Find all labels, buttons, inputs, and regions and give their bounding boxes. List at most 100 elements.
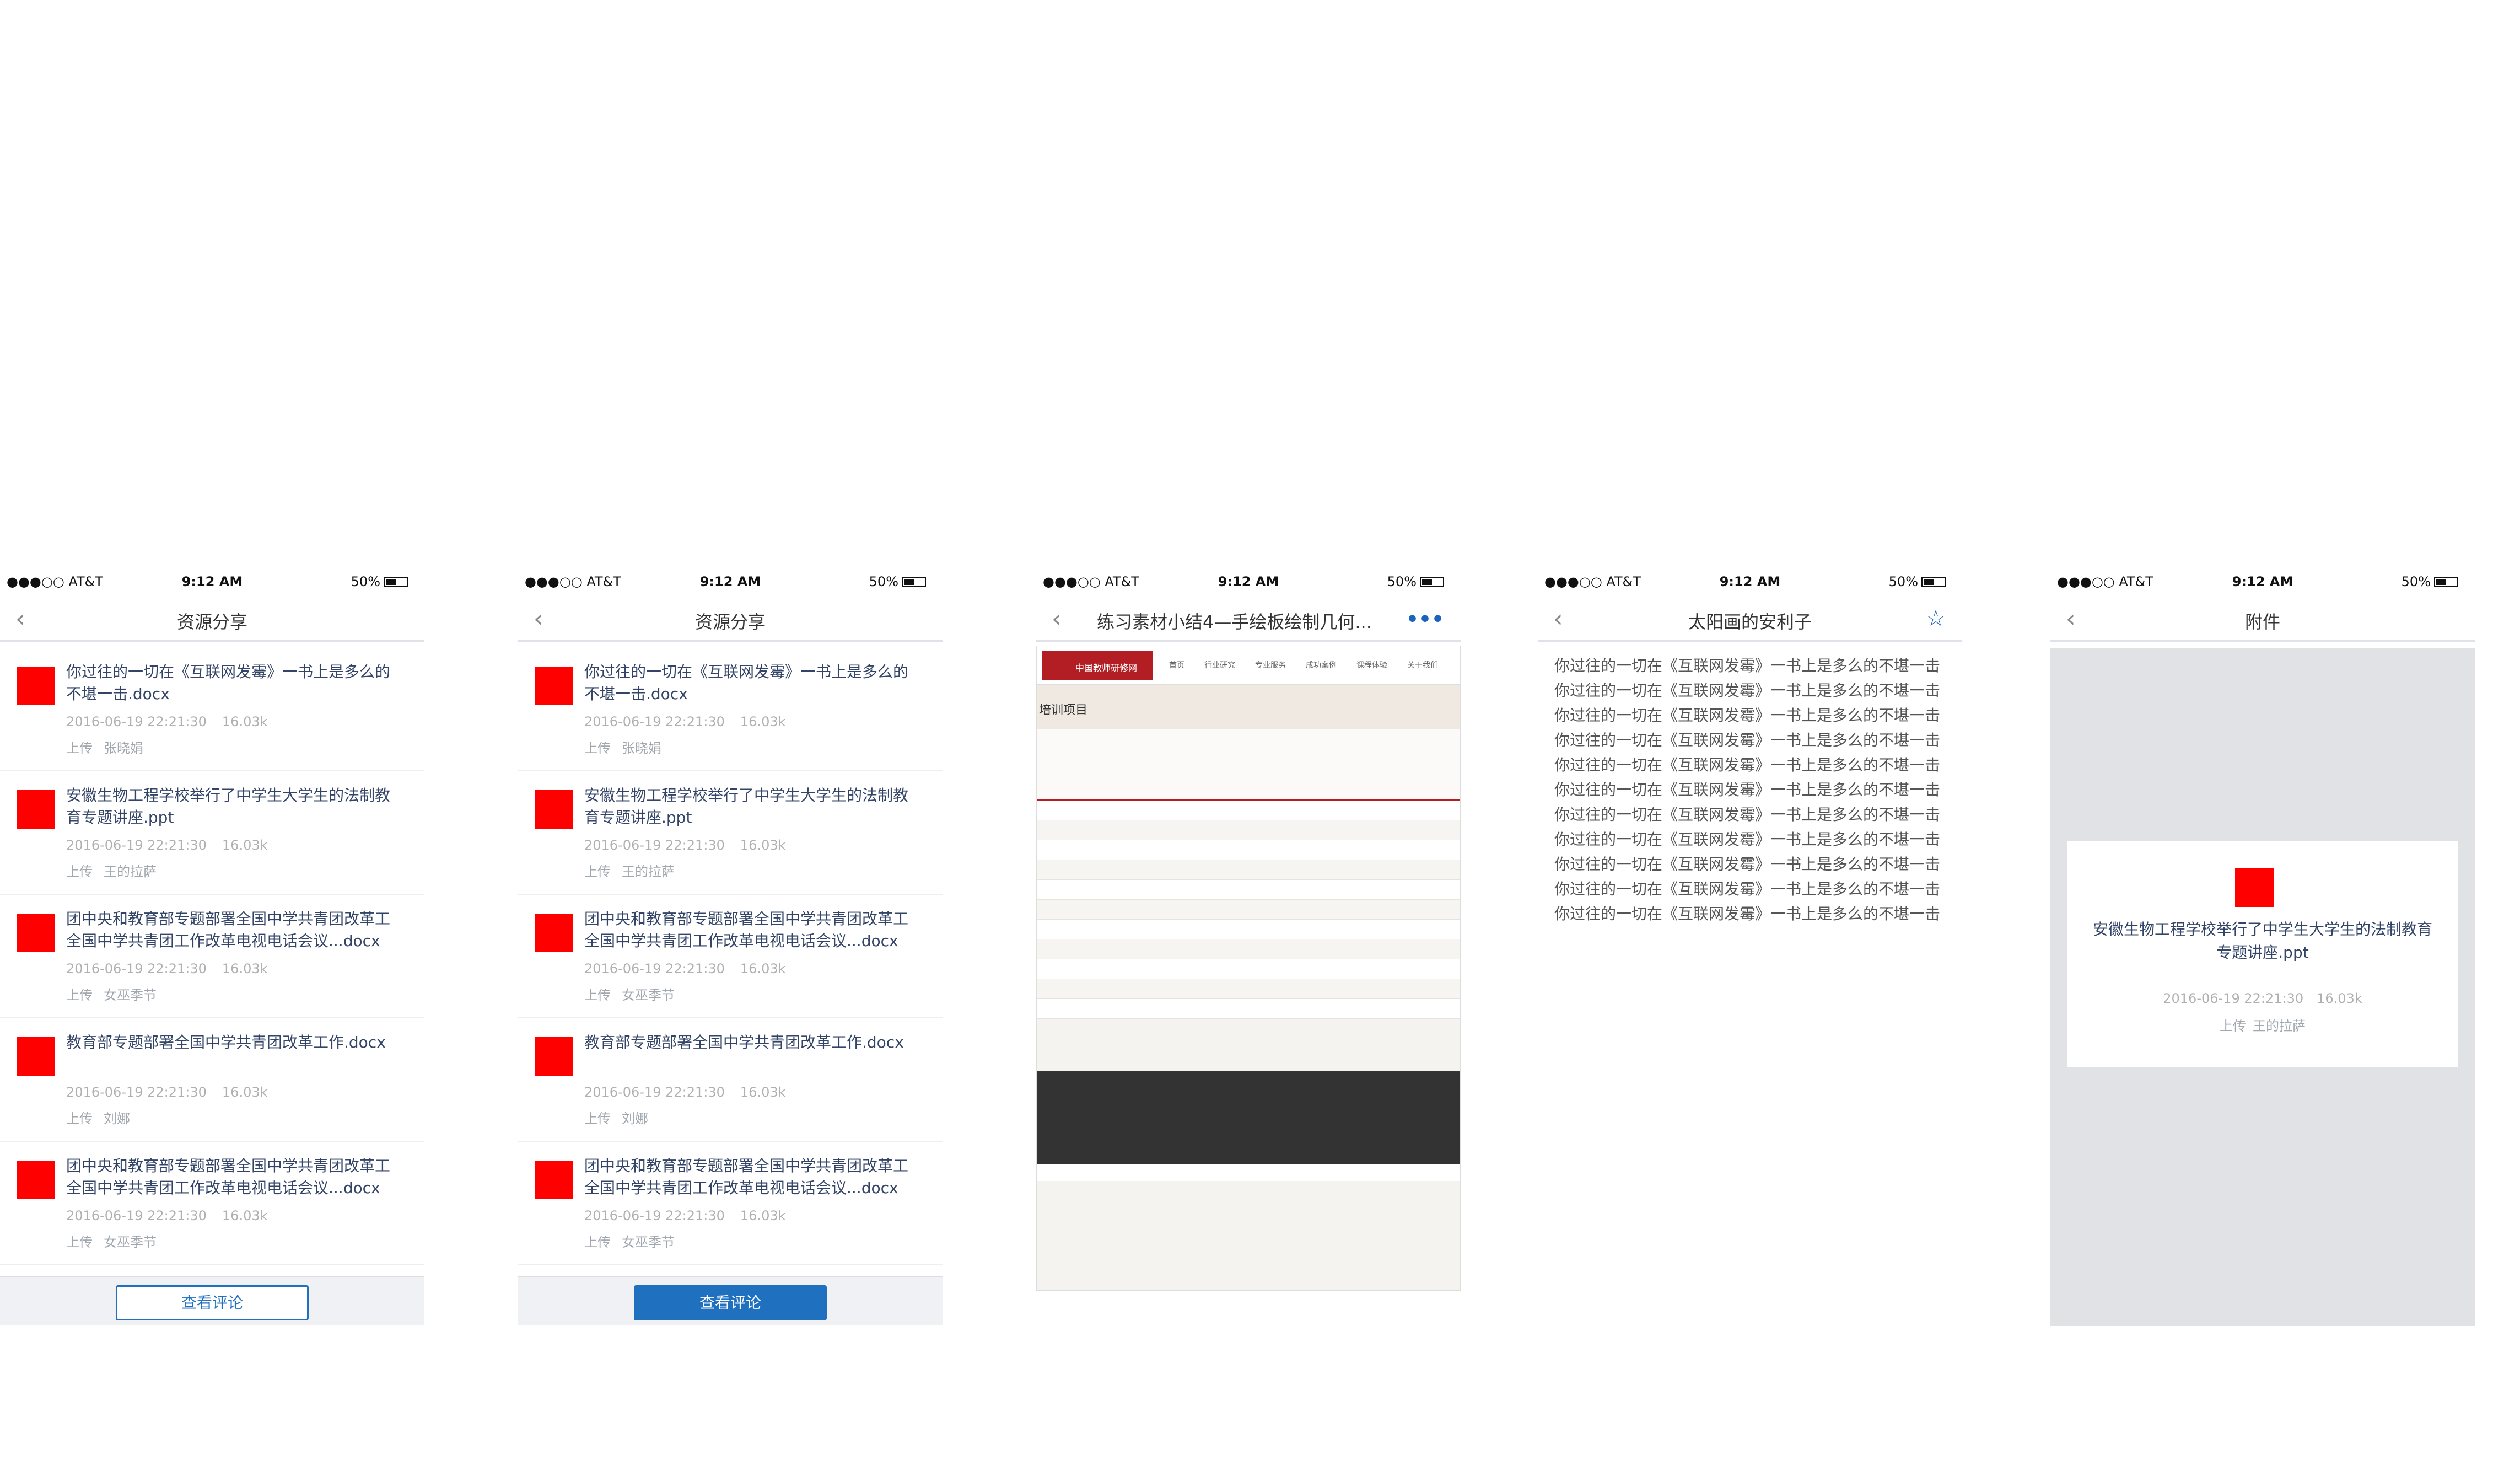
file-uploader: 上传 刘娜 xyxy=(66,1111,130,1126)
table-row xyxy=(1037,801,1460,820)
file-title: 安徽生物工程学校举行了中学生大学生的法制教育专题讲座.ppt xyxy=(2092,920,2432,962)
status-bar: ●●●○○ AT&T 9:12 AM 50% xyxy=(518,571,943,593)
file-uploader: 上传 女巫季节 xyxy=(66,1234,157,1250)
file-title: 安徽生物工程学校举行了中学生大学生的法制教育专题讲座.ppt xyxy=(66,786,391,826)
attachment-background: 安徽生物工程学校举行了中学生大学生的法制教育专题讲座.ppt 2016-06-1… xyxy=(2050,648,2475,1326)
file-title: 团中央和教育部专题部署全国中学共青团改革工全国中学共青团工作改革电视电话会议..… xyxy=(66,1157,391,1197)
list-item[interactable]: 团中央和教育部专题部署全国中学共青团改革工全国中学共青团工作改革电视电话会议..… xyxy=(518,1142,943,1265)
file-uploader: 上传 王的拉萨 xyxy=(584,864,675,879)
list-item[interactable]: 团中央和教育部专题部署全国中学共青团改革工全国中学共青团工作改革电视电话会议..… xyxy=(0,895,424,1018)
table-row xyxy=(1037,920,1460,939)
battery-indicator: 50% xyxy=(1387,574,1444,589)
nav-bar: ‹ 资源分享 xyxy=(518,598,943,642)
table-row xyxy=(1037,959,1460,979)
status-bar: ●●●○○ AT&T 9:12 AM 50% xyxy=(2050,571,2475,593)
file-meta: 2016-06-19 22:21:30 16.03k xyxy=(66,714,268,729)
table-row xyxy=(1037,979,1460,999)
file-title: 你过往的一切在《互联网发霉》一书上是多么的不堪一击.docx xyxy=(584,663,909,703)
file-title: 你过往的一切在《互联网发霉》一书上是多么的不堪一击.docx xyxy=(66,663,391,703)
file-title: 安徽生物工程学校举行了中学生大学生的法制教育专题讲座.ppt xyxy=(584,786,909,826)
file-meta: 2016-06-19 22:21:30 16.03k xyxy=(2163,991,2362,1006)
file-thumbnail xyxy=(17,914,55,952)
table-row xyxy=(1037,900,1460,920)
resource-list: 你过往的一切在《互联网发霉》一书上是多么的不堪一击.docx 2016-06-1… xyxy=(518,648,943,1265)
page-title: 附件 xyxy=(2244,611,2280,632)
file-uploader: 上传 王的拉萨 xyxy=(2220,1018,2306,1034)
table-row xyxy=(1037,820,1460,840)
nav-bar: ‹ 附件 xyxy=(2050,598,2475,642)
list-item[interactable]: 团中央和教育部专题部署全国中学共青团改革工全国中学共青团工作改革电视电话会议..… xyxy=(0,1142,424,1265)
list-item[interactable]: 教育部专题部署全国中学共青团改革工作.docx 2016-06-19 22:21… xyxy=(0,1018,424,1142)
nav-bar: ‹ 资源分享 xyxy=(0,598,424,642)
nav-bar: ‹ 练习素材小结4—手绘板绘制几何... ••• xyxy=(1036,598,1461,642)
web-table xyxy=(1037,801,1460,1019)
more-icon[interactable]: ••• xyxy=(1406,608,1444,631)
table-row xyxy=(1037,840,1460,860)
file-meta: 2016-06-19 22:21:30 16.03k xyxy=(66,1085,268,1100)
list-item[interactable]: 安徽生物工程学校举行了中学生大学生的法制教育专题讲座.ppt 2016-06-1… xyxy=(518,771,943,895)
file-thumbnail xyxy=(17,1161,55,1199)
file-title: 团中央和教育部专题部署全国中学共青团改革工全国中学共青团工作改革电视电话会议..… xyxy=(584,1157,909,1197)
file-title: 教育部专题部署全国中学共青团改革工作.docx xyxy=(66,1033,386,1051)
phone-screen-text-article: ●●●○○ AT&T 9:12 AM 50% ‹ 太阳画的安利子 ☆ 你过往的一… xyxy=(1538,554,1962,1326)
file-uploader: 上传 刘娜 xyxy=(584,1111,648,1126)
file-uploader: 上传 女巫季节 xyxy=(66,987,157,1003)
file-meta: 2016-06-19 22:21:30 16.03k xyxy=(584,1208,786,1223)
file-thumbnail xyxy=(17,667,55,705)
page-title: 资源分享 xyxy=(176,611,247,632)
nav-bar: ‹ 太阳画的安利子 ☆ xyxy=(1538,598,1962,642)
list-item[interactable]: 你过往的一切在《互联网发霉》一书上是多么的不堪一击.docx 2016-06-1… xyxy=(0,648,424,771)
file-meta: 2016-06-19 22:21:30 16.03k xyxy=(584,714,786,729)
battery-indicator: 50% xyxy=(869,574,926,589)
resource-list: 你过往的一切在《互联网发霉》一书上是多么的不堪一击.docx 2016-06-1… xyxy=(0,648,424,1265)
web-menu: 首页 行业研究 专业服务 成功案例 课程体验 关于我们 xyxy=(1169,661,1438,670)
file-thumbnail xyxy=(2235,868,2274,907)
file-title: 教育部专题部署全国中学共青团改革工作.docx xyxy=(584,1033,904,1051)
battery-icon xyxy=(384,577,408,587)
page-title: 太阳画的安利子 xyxy=(1688,611,1812,632)
web-logo: 中国教师研修网 xyxy=(1042,651,1153,680)
file-uploader: 上传 王的拉萨 xyxy=(66,864,157,879)
back-icon[interactable]: ‹ xyxy=(1052,607,1074,631)
attachment-card[interactable]: 安徽生物工程学校举行了中学生大学生的法制教育专题讲座.ppt 2016-06-1… xyxy=(2067,841,2458,1067)
list-item[interactable]: 团中央和教育部专题部署全国中学共青团改革工全国中学共青团工作改革电视电话会议..… xyxy=(518,895,943,1018)
battery-indicator: 50% xyxy=(2401,574,2458,589)
page-title: 资源分享 xyxy=(694,611,766,632)
table-row xyxy=(1037,999,1460,1019)
file-meta: 2016-06-19 22:21:30 16.03k xyxy=(66,837,268,853)
battery-indicator: 50% xyxy=(1889,574,1946,589)
star-icon[interactable]: ☆ xyxy=(1926,606,1946,631)
file-title: 团中央和教育部专题部署全国中学共青团改革工全国中学共青团工作改革电视电话会议..… xyxy=(584,910,909,950)
status-bar: ●●●○○ AT&T 9:12 AM 50% xyxy=(1538,571,1962,593)
file-thumbnail xyxy=(535,1161,573,1199)
file-meta: 2016-06-19 22:21:30 16.03k xyxy=(66,1208,268,1223)
list-item[interactable]: 安徽生物工程学校举行了中学生大学生的法制教育专题讲座.ppt 2016-06-1… xyxy=(0,771,424,895)
web-header: 中国教师研修网 首页 行业研究 专业服务 成功案例 课程体验 关于我们 xyxy=(1037,646,1460,685)
table-row xyxy=(1037,860,1460,880)
web-preview[interactable]: 中国教师研修网 首页 行业研究 专业服务 成功案例 课程体验 关于我们 培训项目 xyxy=(1036,646,1461,1291)
web-footer xyxy=(1037,1071,1460,1164)
article-body: 你过往的一切在《互联网发霉》一书上是多么的不堪一击你过往的一切在《互联网发霉》一… xyxy=(1554,657,1941,923)
view-comments-button[interactable]: 查看评论 xyxy=(116,1285,309,1320)
view-comments-button[interactable]: 查看评论 xyxy=(634,1285,827,1320)
phone-screen-resource-list: ●●●○○ AT&T 9:12 AM 50% ‹ 资源分享 你过往的一切在《互联… xyxy=(0,554,424,1326)
file-title: 团中央和教育部专题部署全国中学共青团改革工全国中学共青团工作改革电视电话会议..… xyxy=(66,910,391,950)
battery-icon xyxy=(1420,577,1444,587)
file-meta: 2016-06-19 22:21:30 16.03k xyxy=(66,961,268,976)
phone-screen-html-preview: ●●●○○ AT&T 9:12 AM 50% ‹ 练习素材小结4—手绘板绘制几何… xyxy=(1036,554,1461,1326)
page-title: 练习素材小结4—手绘板绘制几何... xyxy=(1097,611,1372,632)
phone-screen-attachment: ●●●○○ AT&T 9:12 AM 50% ‹ 附件 安徽生物工程学校举行了中… xyxy=(2050,554,2475,1326)
list-item[interactable]: 教育部专题部署全国中学共青团改革工作.docx 2016-06-19 22:21… xyxy=(518,1018,943,1142)
web-filter-panel xyxy=(1037,729,1460,801)
battery-indicator: 50% xyxy=(351,574,408,589)
list-item[interactable]: 你过往的一切在《互联网发霉》一书上是多么的不堪一击.docx 2016-06-1… xyxy=(518,648,943,771)
table-row xyxy=(1037,939,1460,959)
file-thumbnail xyxy=(17,790,55,829)
phone-screen-resource-list-pressed: ●●●○○ AT&T 9:12 AM 50% ‹ 资源分享 你过往的一切在《互联… xyxy=(518,554,943,1326)
file-uploader: 上传 张晓娟 xyxy=(584,740,661,756)
file-meta: 2016-06-19 22:21:30 16.03k xyxy=(584,837,786,853)
file-uploader: 上传 女巫季节 xyxy=(584,1234,675,1250)
bottom-bar: 查看评论 xyxy=(518,1276,943,1325)
file-thumbnail xyxy=(17,1037,55,1076)
file-thumbnail xyxy=(535,667,573,705)
